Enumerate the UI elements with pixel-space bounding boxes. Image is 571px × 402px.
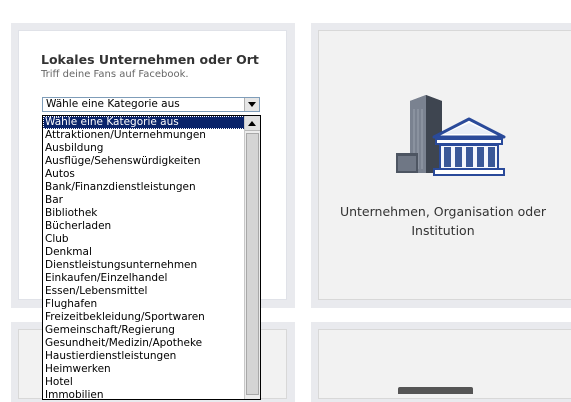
category-option[interactable]: Flughafen [43, 298, 245, 311]
company-building-icon [396, 95, 506, 176]
category-option[interactable]: Haustierdienstleistungen [43, 350, 245, 363]
dropdown-scrollbar[interactable] [244, 116, 260, 399]
category-option[interactable]: Club [43, 233, 245, 246]
category-select[interactable]: Wähle eine Kategorie aus [42, 97, 260, 112]
category-option[interactable]: Bank/Finanzdienstleistungen [43, 181, 245, 194]
company-card-label: Unternehmen, Organisation oder Instituti… [339, 204, 547, 238]
category-options: Wähle eine Kategorie aus Attraktionen/Unt… [43, 116, 245, 399]
bottom-right-tile-icon [398, 387, 473, 394]
category-option[interactable]: Dienstleistungsunternehmen [43, 259, 245, 272]
local-business-title: Lokales Unternehmen oder Ort [41, 52, 259, 67]
category-option[interactable]: Autos [43, 168, 245, 181]
category-option[interactable]: Immobilien [43, 389, 245, 399]
category-option[interactable]: Attraktionen/Unternehmungen [43, 129, 245, 142]
category-option[interactable]: Heimwerken [43, 363, 245, 376]
category-option[interactable]: Bibliothek [43, 207, 245, 220]
category-option[interactable]: Bar [43, 194, 245, 207]
category-option[interactable]: Bücherladen [43, 220, 245, 233]
category-dropdown-list[interactable]: Wähle eine Kategorie aus Attraktionen/Unt… [42, 115, 261, 400]
category-option[interactable]: Gemeinschaft/Regierung [43, 324, 245, 337]
category-option[interactable]: Wähle eine Kategorie aus [43, 116, 245, 129]
category-option[interactable]: Ausflüge/Sehenswürdigkeiten [43, 155, 245, 168]
category-option[interactable]: Gesundheit/Medizin/Apotheke [43, 337, 245, 350]
category-option[interactable]: Hotel [43, 376, 245, 389]
chevron-down-icon[interactable] [244, 98, 259, 111]
category-option[interactable]: Denkmal [43, 246, 245, 259]
scroll-up-arrow-icon[interactable] [245, 116, 260, 131]
category-option[interactable]: Ausbildung [43, 142, 245, 155]
local-business-subtitle: Triff deine Fans auf Facebook. [41, 69, 189, 80]
category-option[interactable]: Freizeitbekleidung/Sportwaren [43, 311, 245, 324]
scroll-thumb[interactable] [246, 133, 259, 395]
category-option[interactable]: Einkaufen/Einzelhandel [43, 272, 245, 285]
category-option[interactable]: Essen/Lebensmittel [43, 285, 245, 298]
category-select-value: Wähle eine Kategorie aus [46, 98, 180, 110]
